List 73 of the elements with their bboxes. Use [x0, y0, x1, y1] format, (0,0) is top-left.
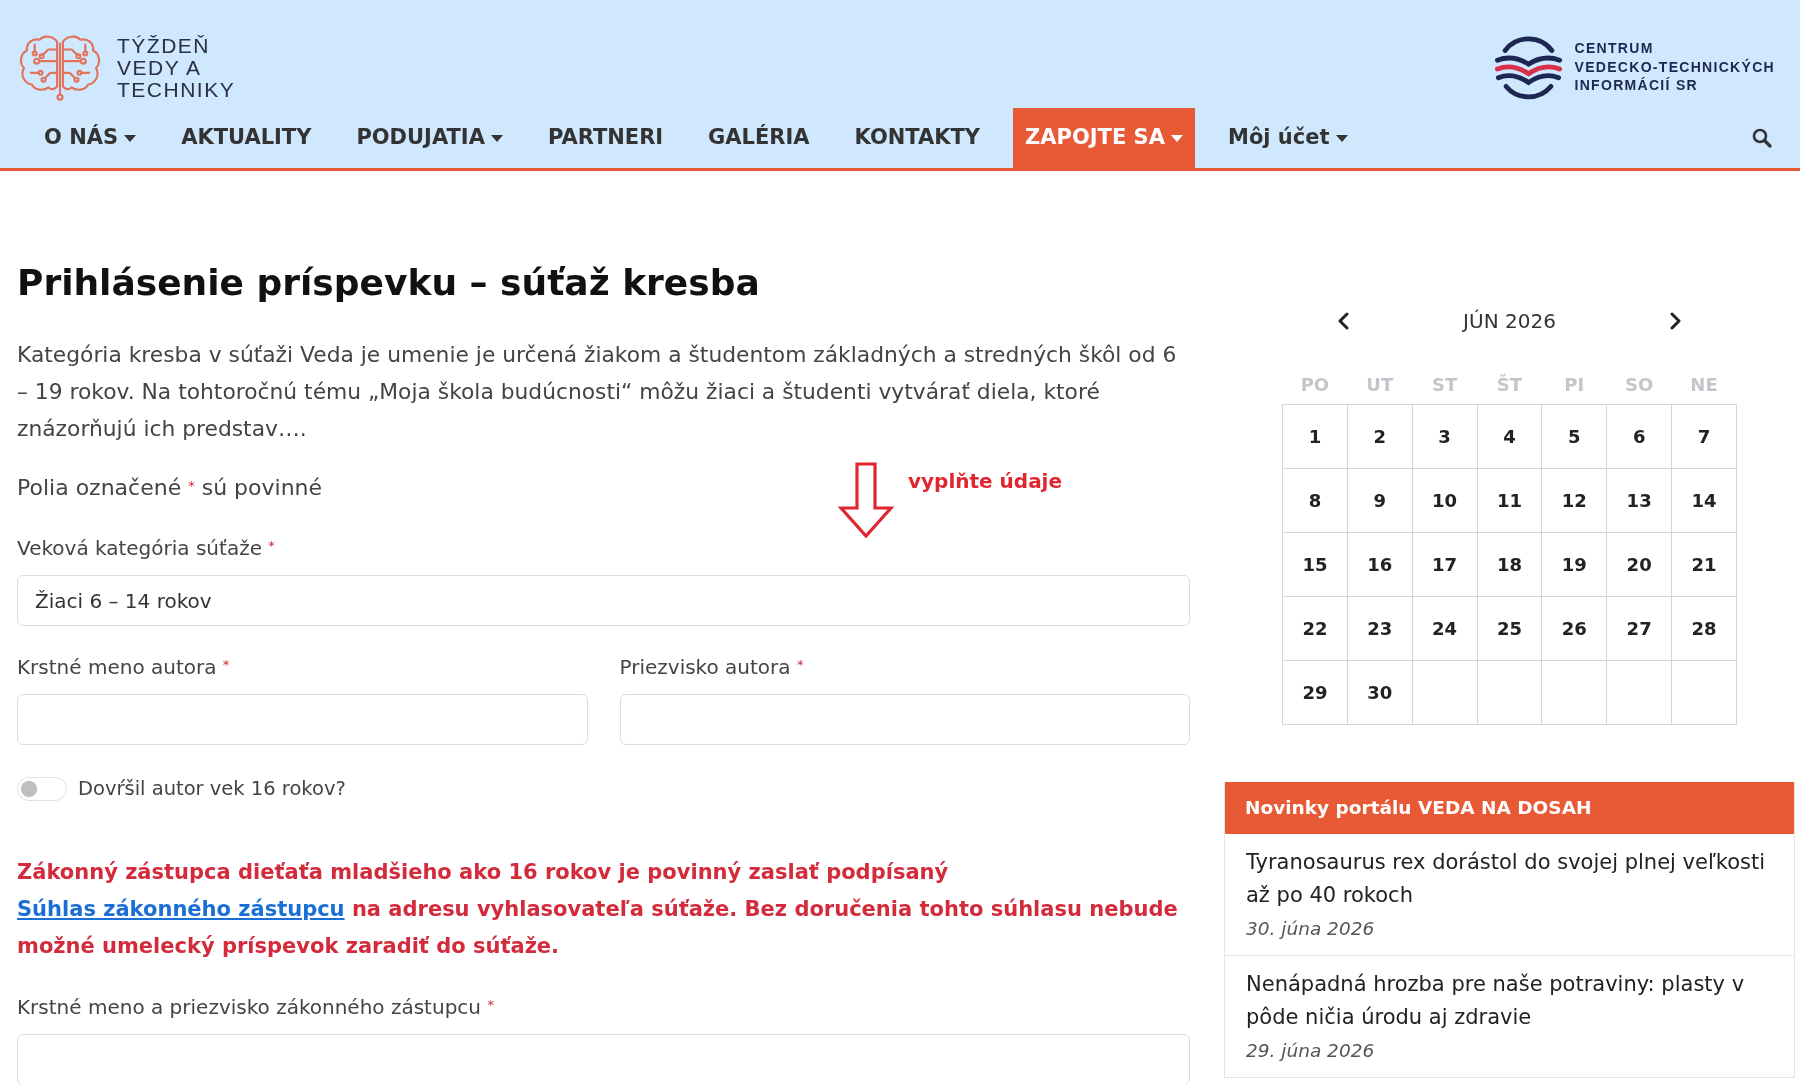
news-date: 30. júna 2026 [1246, 916, 1376, 941]
calendar-day[interactable]: 2 [1347, 404, 1413, 468]
switch-label: Dovŕšil autor vek 16 rokov? [78, 776, 346, 802]
calendar-day[interactable]: 5 [1541, 404, 1607, 468]
weekday-label: ST [1412, 370, 1478, 404]
news-date: 29. júna 2026 [1246, 1038, 1376, 1063]
calendar-day[interactable]: 6 [1606, 404, 1672, 468]
nav-link[interactable]: KONTAKTY [842, 108, 993, 168]
select-field[interactable]: Žiaci 6 – 14 rokov [17, 575, 1190, 626]
calendar-day[interactable]: 26 [1541, 596, 1607, 660]
weekday-label: UT [1347, 370, 1413, 404]
weekday-label: PO [1282, 370, 1348, 404]
down-arrow-icon [838, 462, 894, 538]
weekday-label: SO [1606, 370, 1672, 404]
nav-link[interactable]: ZAPOJTE SA [1013, 108, 1195, 168]
calendar-day[interactable]: 23 [1347, 596, 1413, 660]
required-fields-note: Polia označené $^{*}$ sú povinné [17, 474, 323, 502]
nav-link[interactable]: AKTUALITY [169, 108, 324, 168]
calendar-day[interactable]: 1 [1282, 404, 1348, 468]
calendar-day[interactable]: 14 [1671, 468, 1737, 532]
calendar-day[interactable]: 20 [1606, 532, 1672, 596]
calendar-day[interactable]: 10 [1412, 468, 1478, 532]
logo-text[interactable]: TÝŽDEŇ VEDY A TECHNIKY [117, 35, 236, 102]
calendar-day[interactable]: 21 [1671, 532, 1737, 596]
calendar-day[interactable]: 16 [1347, 532, 1413, 596]
calendar-day[interactable]: 19 [1541, 532, 1607, 596]
nav-link[interactable]: PARTNERI [535, 108, 676, 168]
weekday-label: PI [1541, 370, 1607, 404]
annotation-text: vyplňte údaje [908, 468, 1063, 494]
weekday-label: ŠT [1477, 370, 1542, 404]
calendar-day[interactable]: 30 [1347, 660, 1413, 724]
weekday-label: NE [1671, 370, 1737, 404]
calendar-day[interactable]: 7 [1671, 404, 1737, 468]
field-label: Krstné meno a priezvisko zákonného zástupcu $^{*}$ [17, 995, 494, 1020]
news-headline-link[interactable]: Tyranosaurus rex dorástol do svojej plnej veľkosti až po 40 rokoch [1246, 845, 1774, 912]
calendar-day[interactable]: 18 [1477, 532, 1542, 596]
nav-link[interactable]: O NÁS [32, 108, 149, 168]
calendar-day[interactable]: 28 [1671, 596, 1737, 660]
nav-link[interactable]: PODUJATIA [344, 108, 515, 168]
calendar-day[interactable]: 9 [1347, 468, 1413, 532]
intro-paragraph: Kategória kresba v súťaži Veda je umenie je určená žiakom a študentom základných a stredných škôl od 6 – 19 rokov. Na tohtoročnú tému „Moja škola budúcnosti“ môžu žiaci a študenti vytvárať diela, ktoré znázorňujú ich predstav…. [17, 341, 1178, 443]
input-field[interactable] [17, 694, 588, 745]
notice-paragraph: Zákonný zástupca dieťaťa mladšieho ako 16 rokov je povinný zaslať podpísaný Súhlas zákonného zástupcu na adresu vyhlasovateľa súťaže. Bez doručenia tohto súhlasu nebude možné umelecký príspevok zaradiť do súťaže. [17, 859, 1179, 961]
input-field[interactable] [619, 694, 1190, 745]
calendar-day[interactable]: 3 [1412, 404, 1478, 468]
calendar-day[interactable]: 27 [1606, 596, 1672, 660]
calendar-day[interactable]: 11 [1477, 468, 1542, 532]
calendar-day[interactable]: 25 [1477, 596, 1542, 660]
field-label: Veková kategória súťaže $^{*}$ [17, 536, 275, 560]
field-label: Krstné meno autora $^{*}$ [17, 655, 230, 679]
toggle-switch[interactable] [17, 776, 67, 801]
partner-logo-text[interactable]: CENTRUM VEDECKO-TECHNICKÝCH INFORMÁCIÍ SR [1574, 39, 1775, 102]
calendar-day[interactable]: 15 [1282, 532, 1348, 596]
calendar-day[interactable]: 13 [1606, 468, 1672, 532]
calendar-day[interactable]: 22 [1282, 596, 1348, 660]
news-headline-link[interactable]: Nenápadná hrozba pre naše potraviny: plasty v pôde ničia úrodu aj zdravie [1246, 967, 1774, 1034]
field-label: Priezvisko autora $^{*}$ [619, 655, 804, 679]
input-field[interactable] [17, 1034, 1190, 1084]
nav-link[interactable]: GALÉRIA [696, 108, 822, 168]
calendar-day[interactable]: 12 [1541, 468, 1607, 532]
calendar-month: JÚN 2026 [1463, 308, 1556, 335]
news-panel-header: Novinky portálu VEDA NA DOSAH [1225, 781, 1794, 834]
chevron-right-icon[interactable] [1669, 312, 1683, 330]
search-icon[interactable] [1752, 128, 1772, 148]
calendar-day[interactable]: 29 [1282, 660, 1348, 724]
calendar-day[interactable]: 8 [1282, 468, 1348, 532]
calendar-day[interactable]: 4 [1477, 404, 1542, 468]
calendar-day[interactable]: 17 [1412, 532, 1478, 596]
nav-link[interactable]: Môj účet [1216, 108, 1360, 168]
chevron-left-icon[interactable] [1336, 312, 1350, 330]
calendar-day[interactable]: 24 [1412, 596, 1478, 660]
page-title: Prihlásenie príspevku – súťaž kresba [17, 261, 761, 305]
consent-form-link[interactable]: Súhlas zákonného zástupcu [17, 897, 345, 922]
